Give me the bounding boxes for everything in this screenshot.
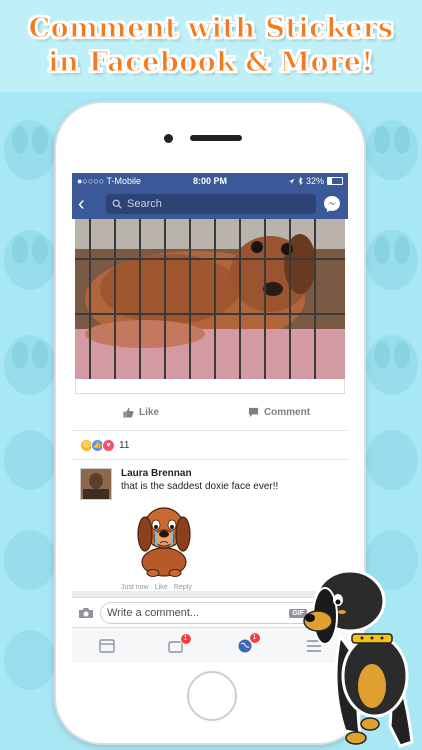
messenger-icon[interactable] xyxy=(322,194,342,214)
commenter-avatar[interactable] xyxy=(80,468,112,500)
photo-caption-strip xyxy=(75,379,345,394)
comment-text: that is the saddest doxie face ever!! xyxy=(121,481,279,492)
love-reaction-icon: ♥ xyxy=(102,438,115,452)
back-chevron-icon[interactable]: ‹ xyxy=(78,194,100,214)
facebook-nav-bar: ‹ Search xyxy=(72,189,348,219)
avatar-photo xyxy=(81,469,111,499)
sad-dachshund-sticker xyxy=(137,507,191,577)
home-button[interactable] xyxy=(187,671,237,721)
banner-title-line-1: Comment with Stickers xyxy=(28,12,394,44)
earpiece-speaker xyxy=(190,135,242,141)
camera-icon[interactable] xyxy=(78,607,94,619)
reactions-summary[interactable]: ☹ 👍 ♥ 11 xyxy=(72,431,348,460)
search-icon xyxy=(112,199,122,209)
tab-notifications[interactable]: 1 xyxy=(210,632,279,654)
promo-banner: Comment with Stickers in Facebook & More… xyxy=(0,0,422,92)
notifications-badge: 1 xyxy=(248,632,261,644)
comment-body: Laura Brennan that is the saddest doxie … xyxy=(121,468,278,591)
comment-author[interactable]: Laura Brennan xyxy=(121,468,278,479)
comment-meta[interactable]: Just now · Like · Reply xyxy=(121,584,278,591)
news-feed-icon xyxy=(98,639,115,653)
tab-friend-requests[interactable]: 1 xyxy=(141,633,210,653)
comment-button[interactable]: Comment xyxy=(210,407,348,418)
dachshund-mascot-sticker xyxy=(303,569,414,748)
post-photo[interactable] xyxy=(75,219,345,379)
status-bar: ●○○○○ T-Mobile 8:00 PM 32% xyxy=(72,173,348,189)
tab-news-feed[interactable] xyxy=(72,639,141,653)
clock: 8:00 PM xyxy=(192,176,227,186)
post-actions: Like Comment xyxy=(72,394,348,431)
battery-icon xyxy=(327,177,343,185)
comment-bubble-icon xyxy=(248,407,259,417)
like-label: Like xyxy=(138,406,159,418)
friend-requests-badge: 1 xyxy=(179,633,192,645)
write-comment-placeholder: Write a comment... xyxy=(107,607,200,619)
dog-in-crate-photo xyxy=(75,219,345,379)
search-field[interactable]: Search xyxy=(106,194,316,214)
search-placeholder: Search xyxy=(127,198,162,210)
reaction-count: 11 xyxy=(119,439,130,451)
like-button[interactable]: Like xyxy=(72,407,210,418)
thumbs-up-icon xyxy=(123,407,134,418)
banner-title-line-2: in Facebook & More! xyxy=(48,46,374,78)
front-camera xyxy=(164,134,173,143)
post-card: Like Comment ☹ 👍 ♥ 11 Laura Brennan that… xyxy=(72,219,348,591)
comment-label: Comment xyxy=(263,406,311,418)
